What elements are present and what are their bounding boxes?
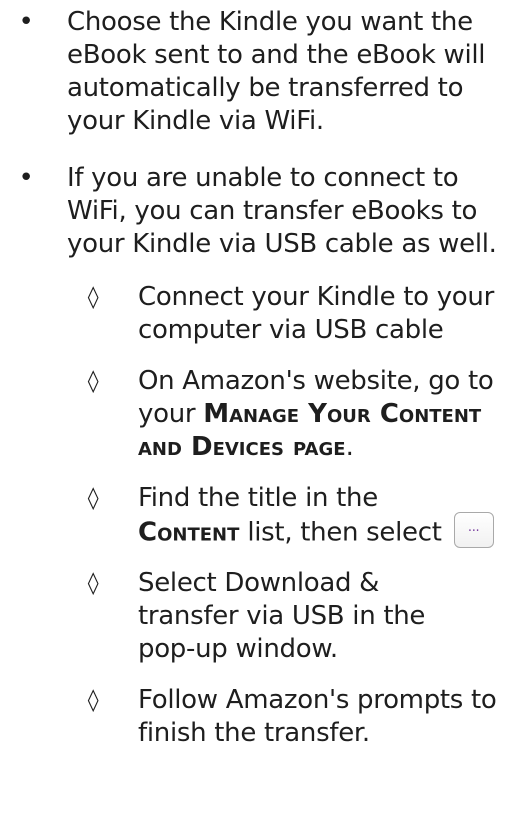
devices-page-link-text: and Devices page: [138, 432, 346, 462]
diamond-marker-icon: ◊: [87, 486, 99, 511]
bullet-text: If you are unable to connect to WiFi, yo…: [67, 163, 497, 259]
step-text-suffix: list, then select: [239, 517, 442, 548]
bullet-text: Choose the Kindle you want the eBook sen…: [67, 7, 486, 136]
bullet-marker: •: [18, 7, 34, 37]
step-text: On Amazon's website, go to your Manage Y…: [138, 365, 510, 464]
step-download-transfer: ◊ Select Download & transfer via USB in …: [0, 567, 512, 666]
content-list-text: Content: [138, 517, 240, 548]
bullet-choose-kindle: • Choose the Kindle you want the eBook s…: [0, 6, 512, 138]
diamond-marker-icon: ◊: [87, 285, 99, 310]
step-find-title: ◊ Find the title in the Content list, th…: [0, 482, 512, 551]
diamond-marker-icon: ◊: [87, 369, 99, 394]
bullet-marker: •: [18, 163, 34, 193]
step-text: Follow Amazon's prompts to finish the tr…: [138, 685, 497, 748]
document-page: • Choose the Kindle you want the eBook s…: [0, 0, 512, 821]
usb-steps-list: ◊ Connect your Kindle to your computer v…: [0, 281, 512, 750]
diamond-marker-icon: ◊: [87, 688, 99, 713]
step-text-prefix: Find the title in the: [138, 483, 378, 513]
more-options-button[interactable]: ...: [453, 512, 494, 548]
step-text: Connect your Kindle to your computer via…: [138, 282, 494, 345]
manage-content-link-text: Manage Your Content: [203, 399, 482, 429]
step-manage-content: ◊ On Amazon's website, go to your Manage…: [0, 365, 512, 464]
step-text-suffix: .: [345, 432, 354, 462]
step-text: Select Download & transfer via USB in th…: [138, 568, 426, 664]
bullet-list: • Choose the Kindle you want the eBook s…: [0, 6, 512, 750]
step-connect-usb: ◊ Connect your Kindle to your computer v…: [0, 281, 512, 347]
step-follow-prompts: ◊ Follow Amazon's prompts to finish the …: [0, 684, 512, 750]
step-text: Find the title in the Content list, then…: [138, 482, 512, 551]
bullet-usb-transfer: • If you are unable to connect to WiFi, …: [0, 162, 512, 750]
diamond-marker-icon: ◊: [87, 571, 99, 596]
